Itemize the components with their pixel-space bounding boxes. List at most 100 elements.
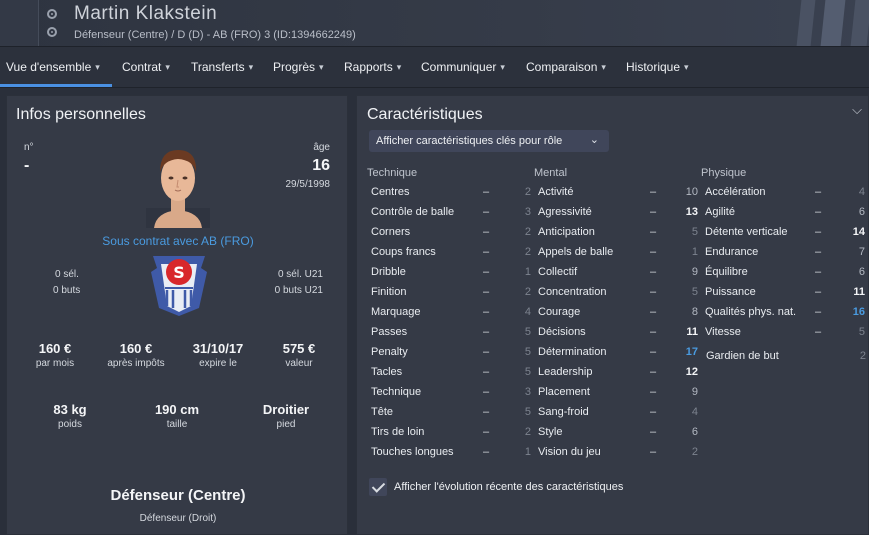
attribute-name: Vision du jeu xyxy=(538,446,601,458)
tab-transferts[interactable]: Transferts ▾ xyxy=(191,60,253,74)
attribute-name: Équilibre xyxy=(705,266,748,278)
attribute-value: 6 xyxy=(691,426,698,438)
player-subtitle: Défenseur (Centre) / D (D) - AB (FRO) 3 … xyxy=(74,29,356,41)
attribute-value: 2 xyxy=(859,350,866,362)
attribute-value: 17 xyxy=(685,346,698,358)
attribute-row[interactable]: Qualités phys. nat. – 16 xyxy=(705,302,865,322)
attribute-row[interactable]: Concentration – 5 xyxy=(538,282,698,302)
chevron-down-icon: ▾ xyxy=(684,62,689,72)
trend-dash: – xyxy=(650,326,657,338)
trend-dash: – xyxy=(650,286,657,298)
panel-title: Infos personnelles xyxy=(16,106,146,123)
chevron-down-icon: ▾ xyxy=(248,62,254,72)
attribute-row[interactable]: Vitesse – 5 xyxy=(705,322,865,342)
attribute-name: Accélération xyxy=(705,186,766,198)
attribute-value: 5 xyxy=(524,346,531,358)
attribute-name: Tirs de loin xyxy=(371,426,425,438)
goals-u21-count: 0 buts U21 xyxy=(274,285,323,296)
attribute-name: Leadership xyxy=(538,366,593,378)
attribute-name: Tête xyxy=(371,406,394,418)
tab-rapports[interactable]: Rapports ▾ xyxy=(344,60,401,74)
attribute-row[interactable]: Coups francs – 2 xyxy=(371,242,531,262)
attribute-row[interactable]: Sang-froid – 4 xyxy=(538,402,698,422)
attribute-row[interactable]: Technique – 3 xyxy=(371,382,531,402)
player-header: Martin Klakstein Défenseur (Centre) / D … xyxy=(0,0,869,47)
attribute-row[interactable]: Équilibre – 6 xyxy=(705,262,865,282)
attribute-value: 5 xyxy=(524,406,531,418)
attribute-row[interactable]: Style – 6 xyxy=(538,422,698,442)
tab-comparaison[interactable]: Comparaison ▾ xyxy=(526,60,606,74)
attribute-row[interactable]: Tirs de loin – 2 xyxy=(371,422,531,442)
attribute-row[interactable]: Vision du jeu – 2 xyxy=(538,442,698,462)
attribute-name: Tacles xyxy=(371,366,403,378)
contract-expiry-label: expire le xyxy=(199,358,237,369)
trend-dash: – xyxy=(650,206,657,218)
attribute-row[interactable]: Touches longues – 1 xyxy=(371,442,531,462)
attribute-row[interactable]: Marquage – 4 xyxy=(371,302,531,322)
attribute-name: Détermination xyxy=(538,346,607,358)
attribute-row[interactable]: Courage – 8 xyxy=(538,302,698,322)
contract-club-link[interactable]: Sous contrat avec AB (FRO) xyxy=(7,234,349,248)
tab-communiquer[interactable]: Communiquer ▾ xyxy=(421,60,505,74)
trend-dash: – xyxy=(650,426,657,438)
attribute-row[interactable]: Dribble – 1 xyxy=(371,262,531,282)
physique-header: Physique xyxy=(701,167,747,179)
attribute-value: 4 xyxy=(691,406,698,418)
attribute-row[interactable]: Puissance – 11 xyxy=(705,282,865,302)
target-icon-secondary[interactable] xyxy=(47,27,57,37)
attribute-row[interactable]: Décisions – 11 xyxy=(538,322,698,342)
tab-historique[interactable]: Historique ▾ xyxy=(626,60,689,74)
attribute-row[interactable]: Centres – 2 xyxy=(371,182,531,202)
attribute-row[interactable]: Appels de balle – 1 xyxy=(538,242,698,262)
attribute-row[interactable]: Détente verticale – 14 xyxy=(705,222,865,242)
attribute-name: Placement xyxy=(538,386,590,398)
tab-contrat[interactable]: Contrat ▾ xyxy=(122,60,170,74)
attribute-row[interactable]: Endurance – 7 xyxy=(705,242,865,262)
wage-net-value: 160 € xyxy=(119,341,153,356)
chevron-down-icon: ▾ xyxy=(500,62,505,72)
weight-value: 83 kg xyxy=(53,402,87,417)
attribute-name: Passes xyxy=(371,326,408,338)
attribute-row[interactable]: Tête – 5 xyxy=(371,402,531,422)
attribute-row[interactable]: Agilité – 6 xyxy=(705,202,865,222)
recent-changes-label[interactable]: Afficher l'évolution récente des caracté… xyxy=(394,481,623,493)
attribute-row[interactable]: Tacles – 5 xyxy=(371,362,531,382)
attribute-value: 10 xyxy=(685,186,698,198)
trend-dash: – xyxy=(650,346,657,358)
chevron-down-icon: ▾ xyxy=(396,62,402,72)
birth-date: 29/5/1998 xyxy=(285,179,331,190)
chevron-down-icon[interactable]: ⌵ xyxy=(852,102,862,118)
recent-changes-checkbox[interactable] xyxy=(369,478,387,496)
attribute-row[interactable]: Anticipation – 5 xyxy=(538,222,698,242)
goalkeeper-row: Gardien de but 2 xyxy=(706,346,866,366)
dropdown-label: Afficher caractéristiques clés pour rôle xyxy=(376,135,563,147)
attribute-name: Détente verticale xyxy=(705,226,788,238)
attribute-row[interactable]: Corners – 2 xyxy=(371,222,531,242)
attribute-row[interactable]: Contrôle de balle – 3 xyxy=(371,202,531,222)
attribute-value: 8 xyxy=(691,306,698,318)
attribute-row[interactable]: Accélération – 4 xyxy=(705,182,865,202)
attribute-row[interactable]: Placement – 9 xyxy=(538,382,698,402)
attribute-row[interactable]: Activité – 10 xyxy=(538,182,698,202)
trend-dash: – xyxy=(483,286,490,298)
trend-dash: – xyxy=(483,346,490,358)
attribute-value: 1 xyxy=(691,246,698,258)
attribute-row[interactable]: Leadership – 12 xyxy=(538,362,698,382)
attribute-name: Agilité xyxy=(705,206,735,218)
tab-vue-ensemble[interactable]: Vue d'ensemble ▾ xyxy=(6,60,100,74)
trend-dash: – xyxy=(815,206,822,218)
attribute-row[interactable]: Agressivité – 13 xyxy=(538,202,698,222)
attribute-value: 2 xyxy=(691,446,698,458)
attribute-row[interactable]: Finition – 2 xyxy=(371,282,531,302)
attribute-row[interactable]: Collectif – 9 xyxy=(538,262,698,282)
target-icon[interactable] xyxy=(47,9,57,19)
wage-value: 160 € xyxy=(38,341,72,356)
goals-count: 0 buts xyxy=(53,285,81,296)
attribute-row[interactable]: Passes – 5 xyxy=(371,322,531,342)
tab-progres[interactable]: Progrès ▾ xyxy=(273,60,324,74)
attribute-row[interactable]: Penalty – 5 xyxy=(371,342,531,362)
role-key-attributes-dropdown[interactable]: Afficher caractéristiques clés pour rôle… xyxy=(369,130,609,152)
trend-dash: – xyxy=(650,306,657,318)
attribute-row[interactable]: Détermination – 17 xyxy=(538,342,698,362)
attributes-panel: Caractéristiques ⌵ Afficher caractéristi… xyxy=(356,95,869,535)
